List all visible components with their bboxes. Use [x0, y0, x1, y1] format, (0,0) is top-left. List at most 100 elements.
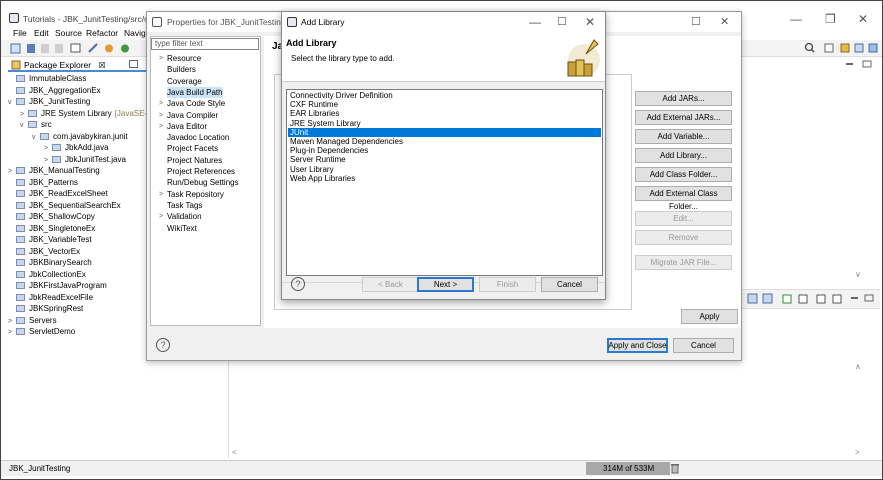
menu-source[interactable]: Source — [55, 28, 82, 38]
category-item[interactable]: Project References — [167, 166, 235, 177]
tree-item[interactable]: > JbkAdd.java — [44, 142, 109, 154]
add-jars-button[interactable]: Add JARs... — [635, 91, 732, 106]
menu-refactor[interactable]: Refactor — [86, 28, 118, 38]
expand-arrow-icon[interactable]: > — [159, 98, 163, 109]
tree-item[interactable]: JBK_VectorEx — [8, 246, 80, 258]
expand-arrow-icon[interactable]: > — [159, 189, 163, 200]
finish-button[interactable]: Finish — [479, 277, 536, 292]
tree-item[interactable]: JbkCollectionEx — [8, 269, 86, 281]
tree-item[interactable]: v JBK_JunitTesting — [8, 96, 90, 108]
add-library-minimize-icon[interactable]: — — [529, 15, 541, 29]
add-library-button[interactable]: Add Library... — [635, 148, 732, 163]
library-type-item[interactable]: Server Runtime — [288, 155, 601, 164]
category-item[interactable]: > Resource — [159, 53, 201, 64]
view-min-max-icons[interactable] — [845, 60, 875, 68]
tree-item[interactable]: > JbkJunitTest.java — [44, 154, 126, 166]
tree-item[interactable]: JBK_VariableTest — [8, 234, 92, 246]
add-library-close-icon[interactable]: ✕ — [585, 15, 595, 29]
restore-icon[interactable]: ❐ — [825, 12, 836, 26]
menu-file[interactable]: File — [13, 28, 27, 38]
twisty-icon[interactable]: v — [32, 132, 40, 144]
add-variable-button[interactable]: Add Variable... — [635, 129, 732, 144]
next-button[interactable]: Next > — [417, 277, 474, 292]
tree-item[interactable]: JBK_AggregationEx — [8, 85, 101, 97]
add-external-jars-button[interactable]: Add External JARs... — [635, 110, 732, 125]
apply-and-close-button[interactable]: Apply and Close — [607, 338, 668, 353]
tree-item[interactable]: JBKBinarySearch — [8, 257, 92, 269]
library-type-item[interactable]: CXF Runtime — [288, 100, 601, 109]
category-item[interactable]: > Java Editor — [159, 121, 207, 132]
library-type-list[interactable]: Connectivity Driver Definition CXF Runtim… — [286, 89, 603, 276]
minimize-view-icon[interactable] — [129, 60, 138, 68]
properties-maximize-icon[interactable]: ☐ — [691, 15, 701, 28]
tree-item[interactable]: JBK_ShallowCopy — [8, 211, 95, 223]
back-button[interactable]: < Back — [362, 277, 419, 292]
remove-button[interactable]: Remove — [635, 230, 732, 245]
filter-input[interactable]: type filter text — [151, 38, 259, 50]
category-item[interactable]: > Java Compiler — [159, 110, 218, 121]
expand-arrow-icon[interactable]: > — [159, 211, 163, 222]
scroll-up-icon[interactable]: ∧ — [855, 362, 861, 371]
properties-help-icon[interactable]: ? — [156, 338, 170, 352]
add-library-cancel-button[interactable]: Cancel — [541, 277, 598, 292]
category-item[interactable]: > Task Repository — [159, 189, 224, 200]
library-type-item[interactable]: Web App Libraries — [288, 174, 601, 183]
library-type-item[interactable]: JUnit — [288, 127, 601, 137]
tree-item[interactable]: JBK_Patterns — [8, 177, 78, 189]
category-item[interactable]: > Validation — [159, 211, 202, 222]
library-type-item[interactable]: Connectivity Driver Definition — [288, 91, 601, 100]
tree-item[interactable]: > ServletDemo — [8, 326, 75, 338]
scroll-down-icon[interactable]: ∨ — [855, 270, 861, 279]
library-type-item[interactable]: User Library — [288, 165, 601, 174]
tree-item[interactable]: JBK_SingletoneEx — [8, 223, 95, 235]
tree-item[interactable]: JBK_ReadExcelSheet — [8, 188, 108, 200]
tree-item[interactable]: v src — [20, 119, 52, 131]
category-item[interactable]: Javadoc Location — [167, 132, 229, 143]
tree-item[interactable]: JbkReadExcelFile — [8, 292, 93, 304]
tree-item[interactable]: JBKSpringRest — [8, 303, 83, 315]
add-library-maximize-icon[interactable]: ☐ — [557, 15, 567, 28]
category-item[interactable]: > Java Code Style — [159, 98, 225, 109]
tree-item[interactable]: > JRE System Library [JavaSE-1.8 — [20, 108, 158, 120]
twisty-icon[interactable]: v — [8, 97, 16, 109]
expand-arrow-icon[interactable]: > — [159, 53, 163, 64]
console-toolbar-icons[interactable] — [747, 293, 877, 305]
library-type-item[interactable]: Plug-in Dependencies — [288, 146, 601, 155]
library-type-item[interactable]: Maven Managed Dependencies — [288, 137, 601, 146]
scroll-right-icon[interactable]: > — [855, 448, 860, 457]
edit-button[interactable]: Edit... — [635, 211, 732, 226]
category-item[interactable]: Coverage — [167, 76, 202, 87]
library-type-item[interactable]: EAR Libraries — [288, 109, 601, 118]
add-external-class-folder-button[interactable]: Add External Class Folder... — [635, 186, 732, 211]
category-item[interactable]: Project Natures — [167, 155, 222, 166]
twisty-icon[interactable]: v — [20, 120, 28, 132]
expand-arrow-icon[interactable]: > — [159, 121, 163, 132]
toolbar-icons[interactable] — [9, 43, 149, 54]
tree-item[interactable]: ImmutableClass — [8, 73, 86, 85]
category-item[interactable]: Java Build Path — [167, 86, 223, 98]
tree-item[interactable]: JBKFirstJavaProgram — [8, 280, 107, 292]
properties-close-icon[interactable]: ✕ — [720, 15, 729, 28]
category-item[interactable]: Project Facets — [167, 143, 218, 154]
category-item[interactable]: Task Tags — [167, 200, 202, 211]
category-item[interactable]: Builders — [167, 64, 196, 75]
category-item[interactable]: WikiText — [167, 223, 197, 234]
migrate-jar-button[interactable]: Migrate JAR File... — [635, 255, 732, 270]
trash-icon[interactable] — [670, 463, 680, 474]
tree-item[interactable]: > Servers — [8, 315, 57, 327]
scroll-left-icon[interactable]: < — [232, 448, 237, 457]
add-class-folder-button[interactable]: Add Class Folder... — [635, 167, 732, 182]
category-item[interactable]: Run/Debug Settings — [167, 177, 239, 188]
menu-edit[interactable]: Edit — [34, 28, 49, 38]
library-type-item[interactable]: JRE System Library — [288, 119, 601, 128]
perspective-icons[interactable] — [803, 42, 879, 54]
apply-button[interactable]: Apply — [681, 309, 738, 324]
heap-status[interactable]: 314M of 533M — [586, 462, 670, 475]
twisty-icon[interactable]: > — [8, 327, 16, 339]
close-icon[interactable]: ✕ — [858, 12, 868, 26]
tree-item[interactable]: v com.javabykiran.junit — [32, 131, 128, 143]
tree-item[interactable]: JBK_SequentialSearchEx — [8, 200, 121, 212]
expand-arrow-icon[interactable]: > — [159, 110, 163, 121]
tab-close-icon[interactable]: ☒ — [98, 61, 105, 70]
minimize-icon[interactable]: — — [790, 12, 802, 26]
